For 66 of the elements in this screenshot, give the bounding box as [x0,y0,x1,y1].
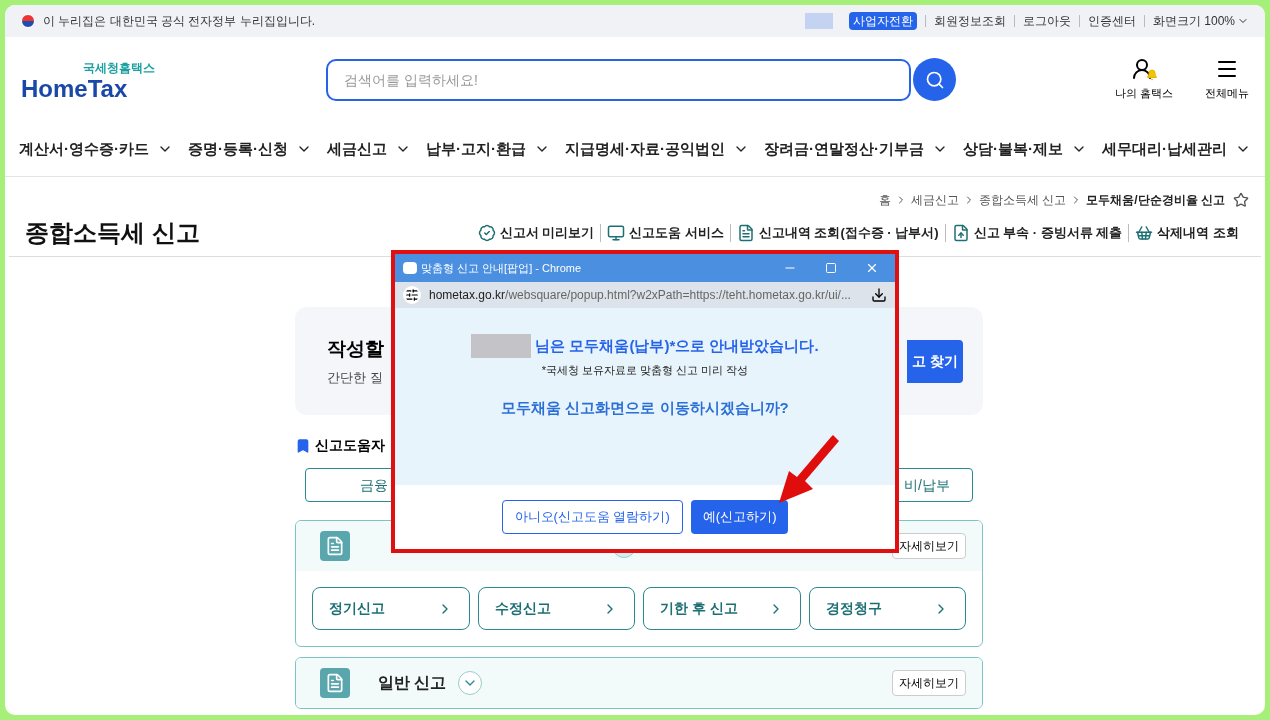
filing-button[interactable]: 경정청구 [808,587,966,630]
card-title: 작성할 [327,337,384,361]
breadcrumb-link[interactable]: 종합소득세 신고 [979,191,1067,209]
nav-menu-item[interactable]: 세무대리·납세관리 [1102,137,1251,161]
search-field[interactable]: 검색어를 입력하세요! [326,58,911,101]
nav-menu-item[interactable]: 계산서·영수증·카드 [19,137,173,161]
panel-title: 일반 신고 [378,673,447,693]
monitor-icon [607,223,626,242]
nav-menu-item[interactable]: 상담·불복·제보 [963,137,1087,161]
file-upload-icon [951,223,970,242]
section-title: 신고도움자 [315,436,385,455]
switch-button[interactable]: 사업자전환 [848,12,917,30]
tool-link[interactable]: 신고 부속 · 증빙서류 제출 [944,223,1129,242]
filing-button[interactable]: 기한 후 신고 [643,587,801,630]
flag-icon [21,14,35,28]
detail-button[interactable]: 자세히보기 [892,533,966,559]
detail-button[interactable]: 자세히보기 [892,670,966,696]
search-button[interactable] [913,58,956,101]
form-icon [320,668,350,698]
full-menu-button[interactable]: 전체메뉴 [1205,57,1249,102]
nav-menu-item[interactable]: 장려금·연말정산·기부금 [764,137,948,161]
basket-icon [1135,223,1154,242]
nav-menu-item[interactable]: 세금신고 [327,137,411,161]
tool-link[interactable]: 삭제내역 조회 [1128,223,1245,242]
bookmark-icon [295,437,311,454]
government-notice: 이 누리집은 대한민국 공식 전자정부 누리집입니다. [43,13,315,30]
site-settings-icon[interactable] [403,286,421,304]
hometax-logo[interactable]: 국세청홈택스 HomeTax [21,58,201,101]
document-icon [736,223,755,242]
maximize-icon[interactable] [825,262,837,274]
zoom-control[interactable]: 화면크기 100% [1143,15,1249,27]
nav-menu-item[interactable]: 지급명세·자료·공익법인 [565,137,749,161]
top-link[interactable]: 로그아웃 [1013,15,1071,27]
pointer-arrow [777,433,839,505]
popup-title: 맞춤형 신고 안내[팝업] - Chrome [421,260,582,276]
page-title: 종합소득세 신고 [25,217,200,248]
site-icon [403,262,417,274]
close-icon[interactable] [865,261,879,275]
tool-link[interactable]: 신고서 미리보기 [471,223,601,242]
my-hometax-button[interactable]: 나의 홈택스 [1114,57,1173,102]
card-text: 간단한 질 [327,368,384,387]
breadcrumb-link[interactable]: 모두채움/단순경비율 신고 [1086,191,1225,209]
favorite-star-icon[interactable] [1233,192,1249,208]
nav-menu-item[interactable]: 납부·고지·환급 [426,137,550,161]
download-icon[interactable] [871,287,887,303]
top-link[interactable]: 회원정보조회 [924,15,1006,27]
badge-check-icon [477,223,496,242]
breadcrumb-link[interactable]: 세금신고 [911,191,959,209]
find-button[interactable]: 고 찾기 [907,339,963,383]
top-link[interactable]: 인증센터 [1078,15,1136,27]
search-icon [924,69,945,90]
form-icon [320,531,350,561]
expand-toggle[interactable] [458,671,483,695]
tool-link[interactable]: 신고도움 서비스 [600,223,730,242]
confirm-question: 모두채움 신고화면으로 이동하시겠습니까? [501,397,789,418]
nav-menu-item[interactable]: 증명·등록·신청 [188,137,312,161]
blurred-name [471,334,532,358]
breadcrumb-link[interactable]: 홈 [879,191,891,209]
tool-link[interactable]: 신고내역 조회(접수증 · 납부서) [729,223,945,242]
filing-button[interactable]: 수정신고 [477,587,635,630]
confirm-button[interactable]: 예(신고하기) [690,500,789,534]
guide-note: *국세청 보유자료로 맞춤형 신고 미리 작성 [541,363,749,378]
filing-button[interactable]: 정기신고 [312,587,470,630]
guide-message: 님은 모두채움(납부)*으로 안내받았습니다. [535,335,819,356]
cancel-button[interactable]: 아니오(신고도움 열람하기) [501,500,683,534]
blurred-name [804,13,833,29]
